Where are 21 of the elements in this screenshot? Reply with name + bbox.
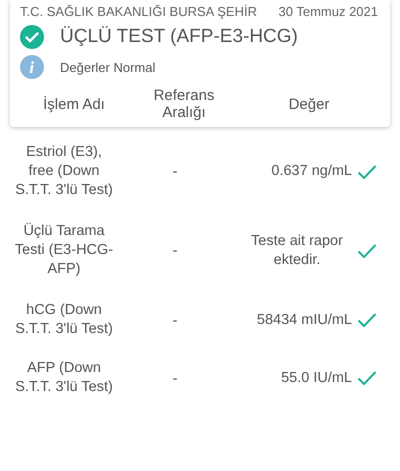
status-note: Değerler Normal [60, 60, 156, 74]
table-cell: 0.637 ng/mL [271, 162, 352, 181]
institution-name: T.C. SAĞLIK BAKANLIĞI BURSA ŞEHİR [20, 4, 257, 19]
table-cell: AFP (Down S.T.T. 3'lü Test) [14, 359, 114, 397]
table-cell: - [172, 370, 178, 386]
report-date: 30 Temmuz 2021 [278, 4, 378, 19]
table-cell: - [172, 163, 178, 180]
table-cell: - [172, 312, 178, 328]
info-icon [20, 55, 44, 79]
column-header: İşlem Adı [42, 96, 106, 112]
table-cell: Estriol (E3), free (Down S.T.T. 3'lü Test) [14, 143, 114, 200]
test-title: ÜÇLÜ TEST (AFP-E3-HCG) [60, 26, 298, 48]
table-cell-text: Teste ait rapor ektedir. [250, 232, 344, 270]
table-cell: - [172, 242, 178, 259]
table-cell: hCG (Down S.T.T. 3'lü Test) [14, 301, 114, 339]
column-header: Referans Aralığı [152, 87, 216, 121]
column-header: Değer [288, 96, 330, 112]
table-cell: 58434 mIU/mL [256, 310, 352, 330]
table-cell: 55.0 IU/mL [281, 368, 352, 388]
check-circle-icon [20, 25, 44, 49]
table-cell: Üçlü Tarama Testi (E3-HCG-AFP) [14, 222, 114, 279]
